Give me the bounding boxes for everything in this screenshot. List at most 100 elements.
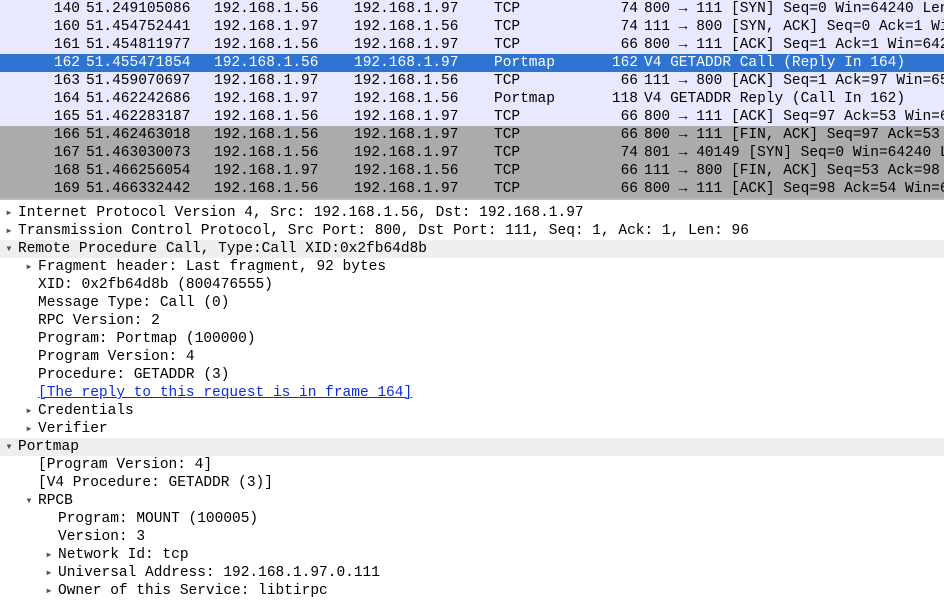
no-arrow-icon xyxy=(40,510,58,528)
packet-info: V4 GETADDR Call (Reply In 164) xyxy=(638,54,944,72)
tree-line[interactable]: ▸Transmission Control Protocol, Src Port… xyxy=(0,222,944,240)
packet-list[interactable]: 14051.249105086192.168.1.56192.168.1.97T… xyxy=(0,0,944,200)
expand-right-icon[interactable]: ▸ xyxy=(0,222,18,240)
packet-source: 192.168.1.97 xyxy=(206,162,354,180)
tree-line[interactable]: Program Version: 4 xyxy=(0,348,944,366)
packet-row[interactable]: 16751.463030073192.168.1.56192.168.1.97T… xyxy=(0,144,944,162)
details-pane[interactable]: ▸Internet Protocol Version 4, Src: 192.1… xyxy=(0,200,944,600)
packet-protocol: Portmap xyxy=(494,90,590,108)
packet-length: 66 xyxy=(590,72,638,90)
tree-text: Verifier xyxy=(38,420,108,438)
packet-length: 66 xyxy=(590,126,638,144)
tree-line[interactable]: ▾Portmap xyxy=(0,438,944,456)
tree-line[interactable]: ▾RPCB xyxy=(0,492,944,510)
tree-line[interactable]: [Program Version: 4] xyxy=(0,456,944,474)
packet-destination: 192.168.1.97 xyxy=(354,0,494,18)
packet-length: 66 xyxy=(590,36,638,54)
tree-link[interactable]: [The reply to this request is in frame 1… xyxy=(38,384,412,402)
tree-line[interactable]: ▸Fragment header: Last fragment, 92 byte… xyxy=(0,258,944,276)
packet-source: 192.168.1.97 xyxy=(206,18,354,36)
tree-line[interactable]: Program: MOUNT (100005) xyxy=(0,510,944,528)
packet-info: 800 → 111 [FIN, ACK] Seq=97 Ack=53 xyxy=(638,126,944,144)
tree-line[interactable]: Program: Portmap (100000) xyxy=(0,330,944,348)
tree-line[interactable]: ▸Credentials xyxy=(0,402,944,420)
tree-line[interactable]: ▸Owner of this Service: libtirpc xyxy=(0,582,944,600)
packet-info: V4 GETADDR Reply (Call In 162) xyxy=(638,90,944,108)
no-arrow-icon xyxy=(20,348,38,366)
packet-time: 51.455471854 xyxy=(86,54,206,72)
tree-text: Network Id: tcp xyxy=(58,546,189,564)
no-arrow-icon xyxy=(20,384,38,402)
expand-down-icon[interactable]: ▾ xyxy=(0,438,18,456)
packet-row[interactable]: 16951.466332442192.168.1.56192.168.1.97T… xyxy=(0,180,944,198)
packet-source: 192.168.1.56 xyxy=(206,54,354,72)
packet-source: 192.168.1.56 xyxy=(206,144,354,162)
tree-line[interactable]: [V4 Procedure: GETADDR (3)] xyxy=(0,474,944,492)
expand-right-icon[interactable]: ▸ xyxy=(40,546,58,564)
packet-row[interactable]: 16051.454752441192.168.1.97192.168.1.56T… xyxy=(0,18,944,36)
expand-right-icon[interactable]: ▸ xyxy=(0,204,18,222)
packet-row[interactable]: 16851.466256054192.168.1.97192.168.1.56T… xyxy=(0,162,944,180)
expand-down-icon[interactable]: ▾ xyxy=(20,492,38,510)
packet-info: 801 → 40149 [SYN] Seq=0 Win=64240 L xyxy=(638,144,944,162)
packet-destination: 192.168.1.97 xyxy=(354,36,494,54)
packet-time: 51.462463018 xyxy=(86,126,206,144)
tree-line[interactable]: Version: 3 xyxy=(0,528,944,546)
tree-line[interactable]: RPC Version: 2 xyxy=(0,312,944,330)
packet-no: 167 xyxy=(0,144,86,162)
expand-right-icon[interactable]: ▸ xyxy=(20,402,38,420)
packet-row[interactable]: 14051.249105086192.168.1.56192.168.1.97T… xyxy=(0,0,944,18)
packet-destination: 192.168.1.97 xyxy=(354,180,494,198)
tree-line[interactable]: ▸Verifier xyxy=(0,420,944,438)
packet-protocol: TCP xyxy=(494,72,590,90)
packet-time: 51.249105086 xyxy=(86,0,206,18)
tree-line[interactable]: ▸Internet Protocol Version 4, Src: 192.1… xyxy=(0,204,944,222)
packet-length: 118 xyxy=(590,90,638,108)
tree-text: Program: MOUNT (100005) xyxy=(58,510,258,528)
expand-down-icon[interactable]: ▾ xyxy=(0,240,18,258)
tree-text: RPCB xyxy=(38,492,73,510)
packet-no: 164 xyxy=(0,90,86,108)
packet-destination: 192.168.1.56 xyxy=(354,18,494,36)
no-arrow-icon xyxy=(20,330,38,348)
packet-protocol: TCP xyxy=(494,108,590,126)
tree-text: Internet Protocol Version 4, Src: 192.16… xyxy=(18,204,584,222)
packet-source: 192.168.1.97 xyxy=(206,90,354,108)
packet-row[interactable]: 16151.454811977192.168.1.56192.168.1.97T… xyxy=(0,36,944,54)
tree-text: Procedure: GETADDR (3) xyxy=(38,366,229,384)
expand-right-icon[interactable]: ▸ xyxy=(40,564,58,582)
tree-line[interactable]: ▸Network Id: tcp xyxy=(0,546,944,564)
packet-length: 74 xyxy=(590,18,638,36)
no-arrow-icon xyxy=(20,456,38,474)
tree-line[interactable]: ▾Remote Procedure Call, Type:Call XID:0x… xyxy=(0,240,944,258)
tree-line[interactable]: XID: 0x2fb64d8b (800476555) xyxy=(0,276,944,294)
no-arrow-icon xyxy=(40,528,58,546)
tree-line[interactable]: [The reply to this request is in frame 1… xyxy=(0,384,944,402)
packet-time: 51.466256054 xyxy=(86,162,206,180)
packet-protocol: TCP xyxy=(494,0,590,18)
packet-row[interactable]: 16551.462283187192.168.1.56192.168.1.97T… xyxy=(0,108,944,126)
packet-info: 111 → 800 [ACK] Seq=1 Ack=97 Win=65 xyxy=(638,72,944,90)
packet-length: 66 xyxy=(590,108,638,126)
packet-no: 163 xyxy=(0,72,86,90)
tree-line[interactable]: Message Type: Call (0) xyxy=(0,294,944,312)
packet-time: 51.454752441 xyxy=(86,18,206,36)
expand-right-icon[interactable]: ▸ xyxy=(20,258,38,276)
packet-source: 192.168.1.56 xyxy=(206,36,354,54)
expand-right-icon[interactable]: ▸ xyxy=(40,582,58,600)
packet-row[interactable]: 16351.459070697192.168.1.97192.168.1.56T… xyxy=(0,72,944,90)
tree-line[interactable]: ▸Universal Address: 192.168.1.97.0.111 xyxy=(0,564,944,582)
tree-text: RPC Version: 2 xyxy=(38,312,160,330)
packet-destination: 192.168.1.97 xyxy=(354,54,494,72)
packet-row[interactable]: 16651.462463018192.168.1.56192.168.1.97T… xyxy=(0,126,944,144)
packet-row[interactable]: 16251.455471854192.168.1.56192.168.1.97P… xyxy=(0,54,944,72)
packet-protocol: TCP xyxy=(494,18,590,36)
packet-no: 140 xyxy=(0,0,86,18)
no-arrow-icon xyxy=(20,294,38,312)
tree-text: Credentials xyxy=(38,402,134,420)
packet-row[interactable]: 16451.462242686192.168.1.97192.168.1.56P… xyxy=(0,90,944,108)
expand-right-icon[interactable]: ▸ xyxy=(20,420,38,438)
tree-line[interactable]: Procedure: GETADDR (3) xyxy=(0,366,944,384)
packet-length: 74 xyxy=(590,0,638,18)
packet-no: 160 xyxy=(0,18,86,36)
